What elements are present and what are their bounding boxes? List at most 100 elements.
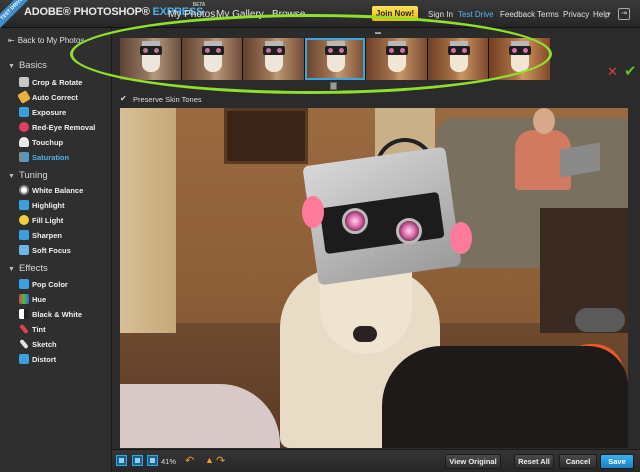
- chevron-down-icon[interactable]: ▾: [607, 10, 611, 18]
- pencil-icon: [19, 338, 29, 350]
- tool-label: Auto Correct: [32, 92, 78, 102]
- fit-screen-icon[interactable]: [116, 455, 127, 466]
- cancel-button[interactable]: Cancel: [559, 454, 597, 469]
- cancel-x-icon[interactable]: ✕: [607, 64, 618, 80]
- top-bar: TEST DRIVE ADOBE® PHOTOSHOP® EXPRESS BET…: [0, 0, 640, 31]
- thumbnail-eye: [277, 48, 282, 53]
- tool-red-eye-removal[interactable]: Red-Eye Removal: [19, 120, 112, 134]
- section-basics-title: Basics: [18, 60, 47, 71]
- tool-white-balance[interactable]: White Balance: [19, 183, 112, 197]
- tool-hue[interactable]: Hue: [19, 292, 112, 306]
- highlight-icon: [19, 200, 29, 210]
- variation-thumbnail[interactable]: [120, 38, 181, 80]
- collapse-handle-icon[interactable]: ▬: [374, 30, 382, 36]
- triangle-down-icon: ▼: [8, 266, 15, 273]
- photo-shoe: [575, 308, 625, 332]
- logo-text: ADOBE® PHOTOSHOP®: [24, 6, 150, 18]
- undo-icon[interactable]: ↶: [185, 454, 194, 467]
- accept-check-icon[interactable]: ✔: [624, 62, 637, 80]
- test-drive-link[interactable]: Test Drive: [458, 10, 494, 19]
- tool-fill-light[interactable]: Fill Light: [19, 213, 112, 227]
- preserve-skin-tones-label: Preserve Skin Tones: [133, 95, 202, 104]
- nav-my-photos[interactable]: My Photos: [168, 9, 215, 20]
- photo-person-head: [533, 108, 555, 134]
- photo-door: [120, 108, 176, 333]
- variation-filmstrip: [120, 38, 550, 80]
- variation-thumbnail[interactable]: [304, 38, 365, 80]
- tool-sharpen[interactable]: Sharpen: [19, 228, 112, 242]
- section-tuning-title: Tuning: [18, 170, 48, 181]
- tool-label: Highlight: [32, 200, 65, 210]
- view-original-button[interactable]: View Original: [445, 454, 501, 469]
- variation-thumbnail[interactable]: [243, 38, 304, 80]
- thumbnail-eye: [266, 48, 271, 53]
- tool-saturation[interactable]: Saturation: [19, 150, 112, 164]
- variation-thumbnail[interactable]: [489, 38, 550, 80]
- nav-browse[interactable]: Browse: [272, 9, 305, 20]
- photo-black-dog: [382, 346, 628, 448]
- join-now-button[interactable]: Join Now!: [372, 6, 418, 21]
- tool-touchup[interactable]: Touchup: [19, 135, 112, 149]
- variation-thumbnail[interactable]: [181, 38, 242, 80]
- actual-size-icon[interactable]: [132, 455, 143, 466]
- tool-highlight[interactable]: Highlight: [19, 198, 112, 212]
- section-tuning[interactable]: ▼ Tuning: [8, 170, 48, 181]
- section-effects-title: Effects: [18, 263, 48, 274]
- sign-out-icon[interactable]: ⇥: [618, 8, 630, 20]
- tool-label: Touchup: [32, 137, 64, 147]
- tool-sketch[interactable]: Sketch: [19, 337, 112, 351]
- tool-tint[interactable]: Tint: [19, 322, 112, 336]
- variation-thumbnail[interactable]: [427, 38, 488, 80]
- crop-icon: [19, 77, 29, 87]
- tool-black-white[interactable]: Black & White: [19, 307, 112, 321]
- save-button[interactable]: Save: [600, 454, 634, 469]
- tool-pop-color[interactable]: Pop Color: [19, 277, 112, 291]
- variation-slider-knob[interactable]: [330, 82, 337, 90]
- section-effects[interactable]: ▼ Effects: [8, 263, 48, 274]
- nav-my-gallery[interactable]: My Gallery: [216, 9, 264, 20]
- photo-robot-eye: [396, 218, 422, 244]
- zoom-icon[interactable]: [147, 455, 158, 466]
- arrow-left-icon: ⇤: [8, 36, 15, 45]
- soft-focus-icon: [19, 245, 29, 255]
- tool-label: Red-Eye Removal: [32, 122, 96, 132]
- tool-distort[interactable]: Distort: [19, 352, 112, 366]
- logo-beta-badge: BETA: [192, 2, 206, 8]
- section-basics[interactable]: ▼ Basics: [8, 60, 47, 71]
- sign-in-link[interactable]: Sign In: [428, 10, 453, 19]
- thumbnail-eye: [400, 48, 405, 53]
- thumbnail-eye: [389, 48, 394, 53]
- preserve-skin-tones-checkbox[interactable]: ✔: [120, 94, 129, 103]
- pop-color-icon: [19, 279, 29, 289]
- exposure-icon: [19, 107, 29, 117]
- tool-label: Hue: [32, 294, 47, 304]
- tool-label: Tint: [32, 324, 46, 334]
- privacy-link[interactable]: Privacy: [563, 10, 589, 19]
- tool-label: Sharpen: [32, 230, 63, 240]
- back-to-my-photos-link[interactable]: ⇤ Back to My Photos: [8, 36, 84, 45]
- redo-icon[interactable]: ↷: [216, 454, 225, 467]
- tool-soft-focus[interactable]: Soft Focus: [19, 243, 112, 257]
- tool-label: Fill Light: [32, 215, 64, 225]
- tool-label: Crop & Rotate: [32, 77, 83, 87]
- history-up-icon[interactable]: ▲: [205, 455, 214, 465]
- tool-label: Distort: [32, 354, 57, 364]
- photo-canvas[interactable]: [120, 108, 628, 448]
- zoom-level: 41%: [161, 457, 177, 466]
- variation-thumbnail[interactable]: [366, 38, 427, 80]
- triangle-down-icon: ▼: [8, 63, 15, 70]
- tool-crop-rotate[interactable]: Crop & Rotate: [19, 75, 112, 89]
- thumbnail-eye: [338, 48, 344, 53]
- feedback-link[interactable]: Feedback: [500, 10, 535, 19]
- white-balance-icon: [19, 185, 29, 195]
- tool-auto-correct[interactable]: Auto Correct: [17, 90, 112, 104]
- tool-exposure[interactable]: Exposure: [19, 105, 112, 119]
- hand-icon: [19, 137, 29, 147]
- terms-link[interactable]: Terms: [537, 10, 559, 19]
- thumbnail-eye: [461, 48, 467, 53]
- photo-dog-nose: [353, 326, 377, 342]
- reset-all-button[interactable]: Reset All: [514, 454, 554, 469]
- tool-label: Soft Focus: [32, 245, 71, 255]
- triangle-down-icon: ▼: [8, 173, 15, 180]
- thumbnail-eye: [143, 48, 148, 53]
